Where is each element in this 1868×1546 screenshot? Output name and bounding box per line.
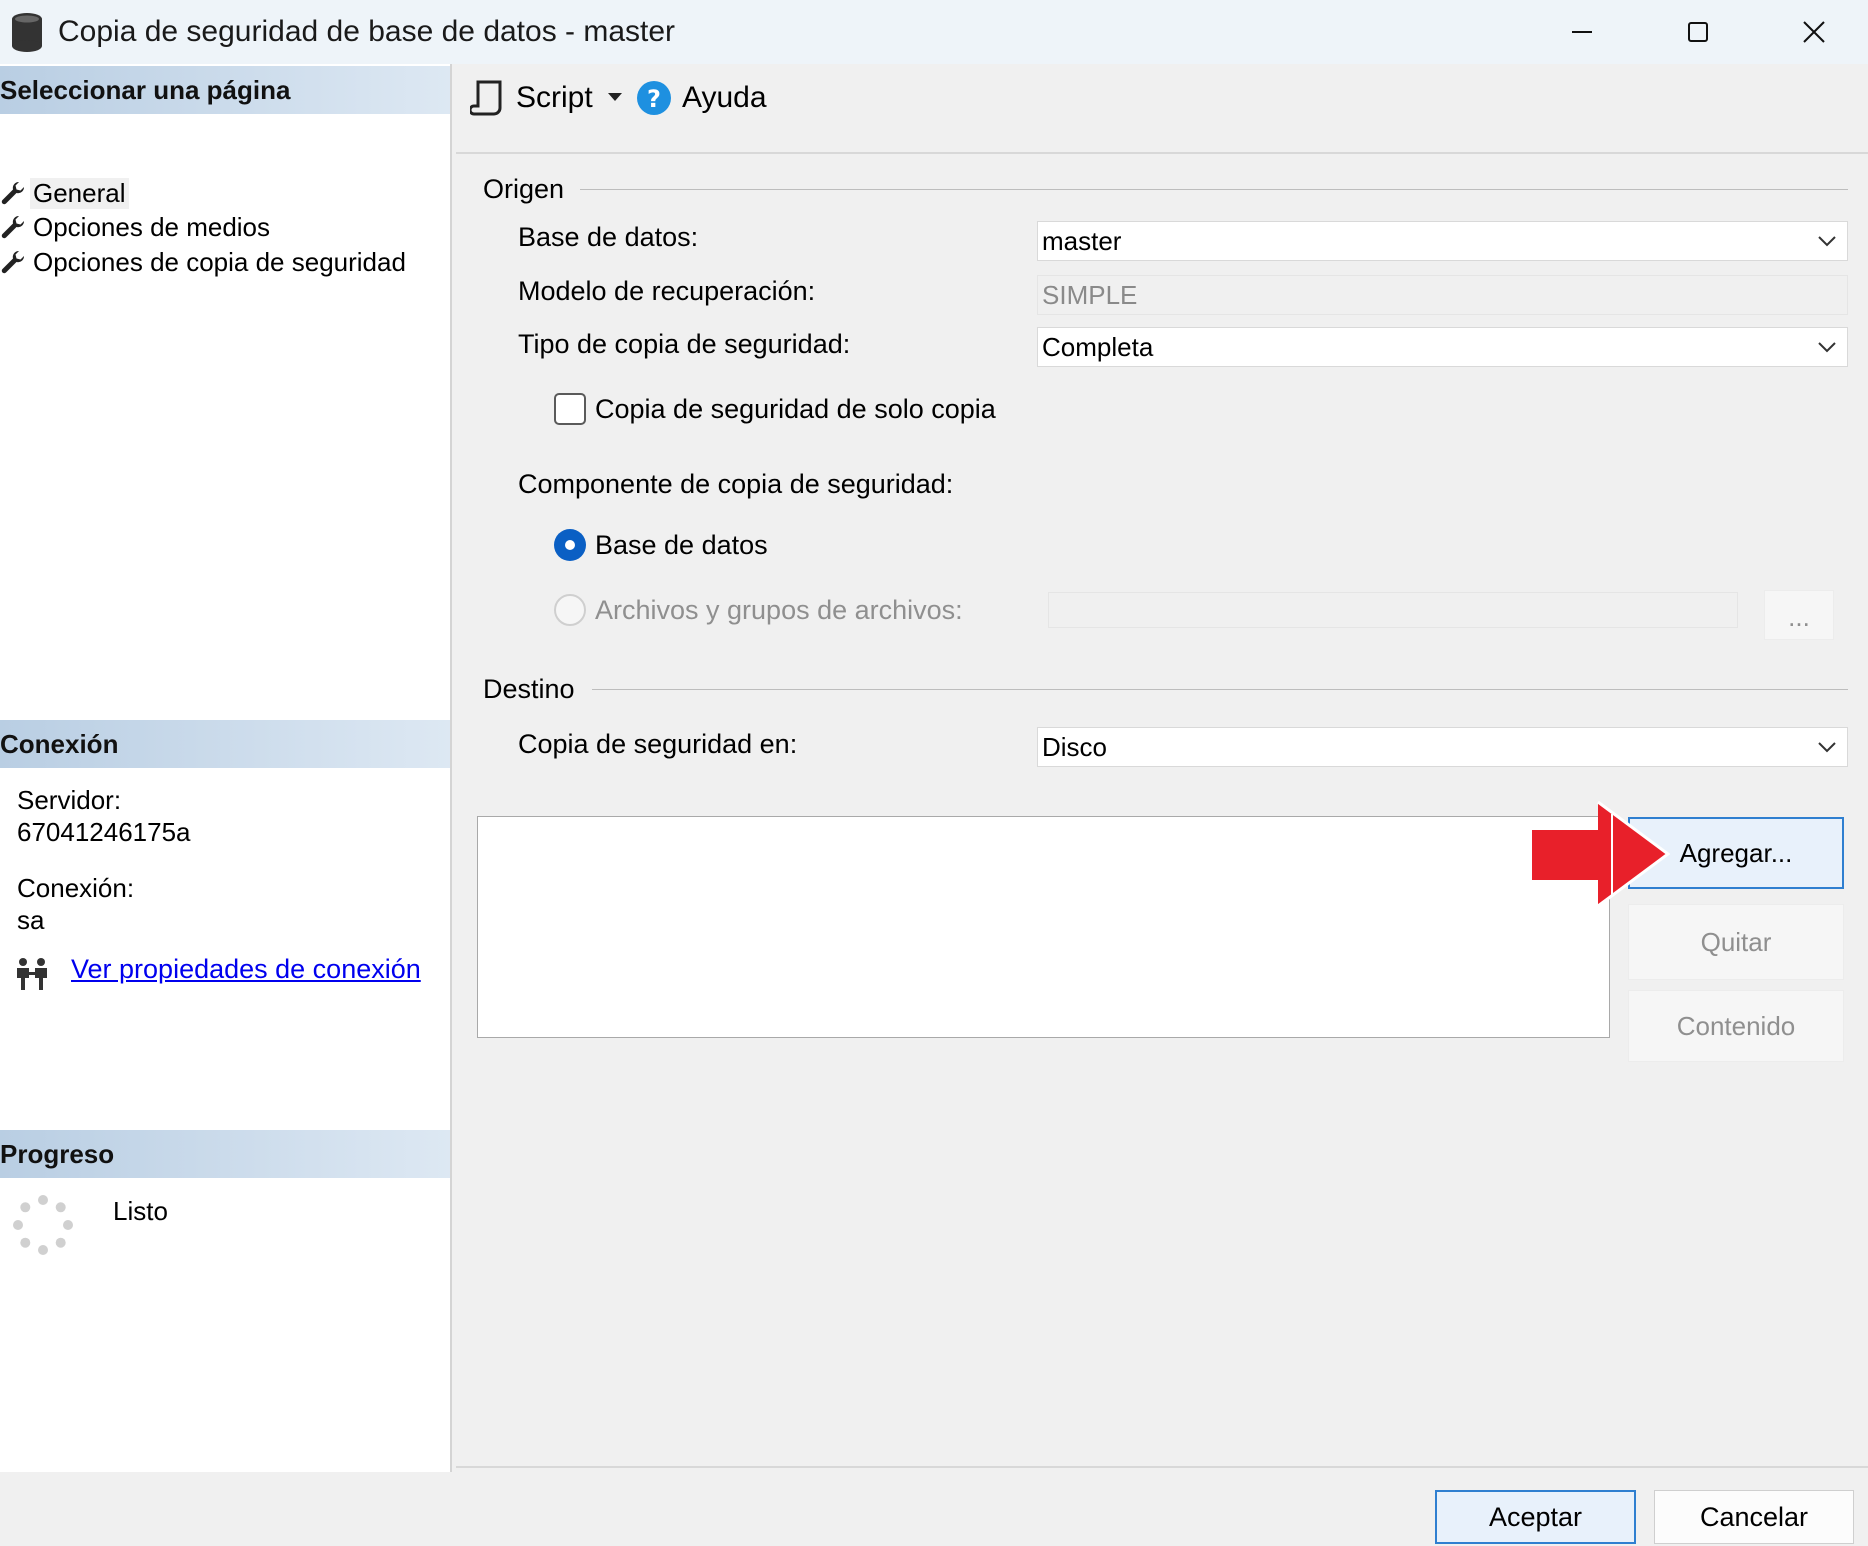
recovery-model-field: SIMPLE xyxy=(1037,275,1848,315)
nav-item-label: Opciones de copia de seguridad xyxy=(33,246,406,277)
destination-group-title: Destino xyxy=(483,674,575,704)
progress-header: Progreso xyxy=(0,1130,450,1178)
recovery-model-value: SIMPLE xyxy=(1042,280,1138,310)
source-group-title: Origen xyxy=(483,174,565,204)
nav-item-label: Opciones de medios xyxy=(33,211,271,242)
minimize-button[interactable] xyxy=(1524,0,1640,64)
database-label: Base de datos: xyxy=(518,222,699,252)
nav-item-backup-options[interactable]: Opciones de copia de seguridad xyxy=(0,245,409,279)
component-files-label: Archivos y grupos de archivos: xyxy=(595,595,963,625)
source-group-line xyxy=(580,189,1848,190)
server-value: 67041246175a xyxy=(17,817,191,847)
help-label: Ayuda xyxy=(682,81,767,114)
connection-label: Conexión: xyxy=(17,873,135,903)
chevron-down-icon xyxy=(1818,342,1836,353)
left-pane: Seleccionar una página General Opciones … xyxy=(0,64,452,1472)
database-icon xyxy=(12,13,42,52)
title-bar: Copia de seguridad de base de datos - ma… xyxy=(0,0,1868,64)
ok-button[interactable]: Aceptar xyxy=(1435,1490,1636,1544)
toolbar: Script ? Ayuda xyxy=(456,64,1868,154)
nav-item-media-options[interactable]: Opciones de medios xyxy=(0,210,273,244)
script-button[interactable]: Script xyxy=(470,70,593,126)
backup-component-label: Componente de copia de seguridad: xyxy=(518,469,954,499)
component-files-radio[interactable] xyxy=(554,594,586,626)
nav-item-general[interactable]: General xyxy=(0,176,129,210)
copy-only-checkbox[interactable] xyxy=(554,393,586,425)
dropdown-arrow-icon xyxy=(608,93,622,101)
backup-type-value: Completa xyxy=(1042,332,1154,362)
progress-spinner-icon xyxy=(13,1195,73,1255)
backup-to-combo[interactable]: Disco xyxy=(1037,727,1848,767)
copy-only-label: Copia de seguridad de solo copia xyxy=(595,394,996,424)
server-label: Servidor: xyxy=(17,785,122,815)
database-value: master xyxy=(1042,226,1122,256)
contents-button[interactable]: Contenido xyxy=(1628,990,1844,1062)
component-database-label: Base de datos xyxy=(595,530,768,560)
filegroups-field xyxy=(1048,592,1738,628)
connection-value: sa xyxy=(17,905,45,935)
script-label: Script xyxy=(516,81,593,114)
backup-type-combo[interactable]: Completa xyxy=(1037,327,1848,367)
progress-status: Listo xyxy=(113,1196,168,1226)
connection-properties-icon xyxy=(17,958,47,990)
annotation-arrow-icon xyxy=(1532,800,1670,908)
backup-to-label: Copia de seguridad en: xyxy=(518,729,798,759)
component-database-radio[interactable] xyxy=(554,529,586,561)
connection-header: Conexión xyxy=(0,720,450,768)
help-icon: ? xyxy=(637,81,671,115)
chevron-down-icon xyxy=(1818,742,1836,753)
wrench-icon xyxy=(1,215,25,239)
remove-destination-button[interactable]: Quitar xyxy=(1628,904,1844,980)
browse-filegroups-button[interactable]: ... xyxy=(1764,590,1834,640)
select-page-header: Seleccionar una página xyxy=(0,66,450,114)
close-button[interactable] xyxy=(1756,0,1868,64)
close-icon xyxy=(1803,21,1825,43)
database-combo[interactable]: master xyxy=(1037,221,1848,261)
recovery-model-label: Modelo de recuperación: xyxy=(518,276,816,306)
help-button[interactable]: ? Ayuda xyxy=(636,70,767,126)
wrench-icon xyxy=(1,250,25,274)
maximize-icon xyxy=(1688,22,1708,42)
destination-list[interactable] xyxy=(477,816,1610,1038)
wrench-icon xyxy=(1,181,25,205)
chevron-down-icon xyxy=(1818,236,1836,247)
window-title: Copia de seguridad de base de datos - ma… xyxy=(58,15,676,48)
nav-item-label: General xyxy=(30,177,129,209)
cancel-button[interactable]: Cancelar xyxy=(1654,1490,1854,1544)
script-dropdown-button[interactable] xyxy=(608,70,622,126)
backup-type-label: Tipo de copia de seguridad: xyxy=(518,329,851,359)
svg-text:?: ? xyxy=(647,85,661,113)
backup-to-value: Disco xyxy=(1042,732,1108,762)
script-icon xyxy=(470,80,502,116)
destination-group-line xyxy=(592,689,1848,690)
view-connection-properties-link[interactable]: Ver propiedades de conexión xyxy=(71,954,421,985)
maximize-button[interactable] xyxy=(1640,0,1756,64)
minimize-icon xyxy=(1572,31,1592,33)
footer-separator xyxy=(456,1466,1868,1468)
